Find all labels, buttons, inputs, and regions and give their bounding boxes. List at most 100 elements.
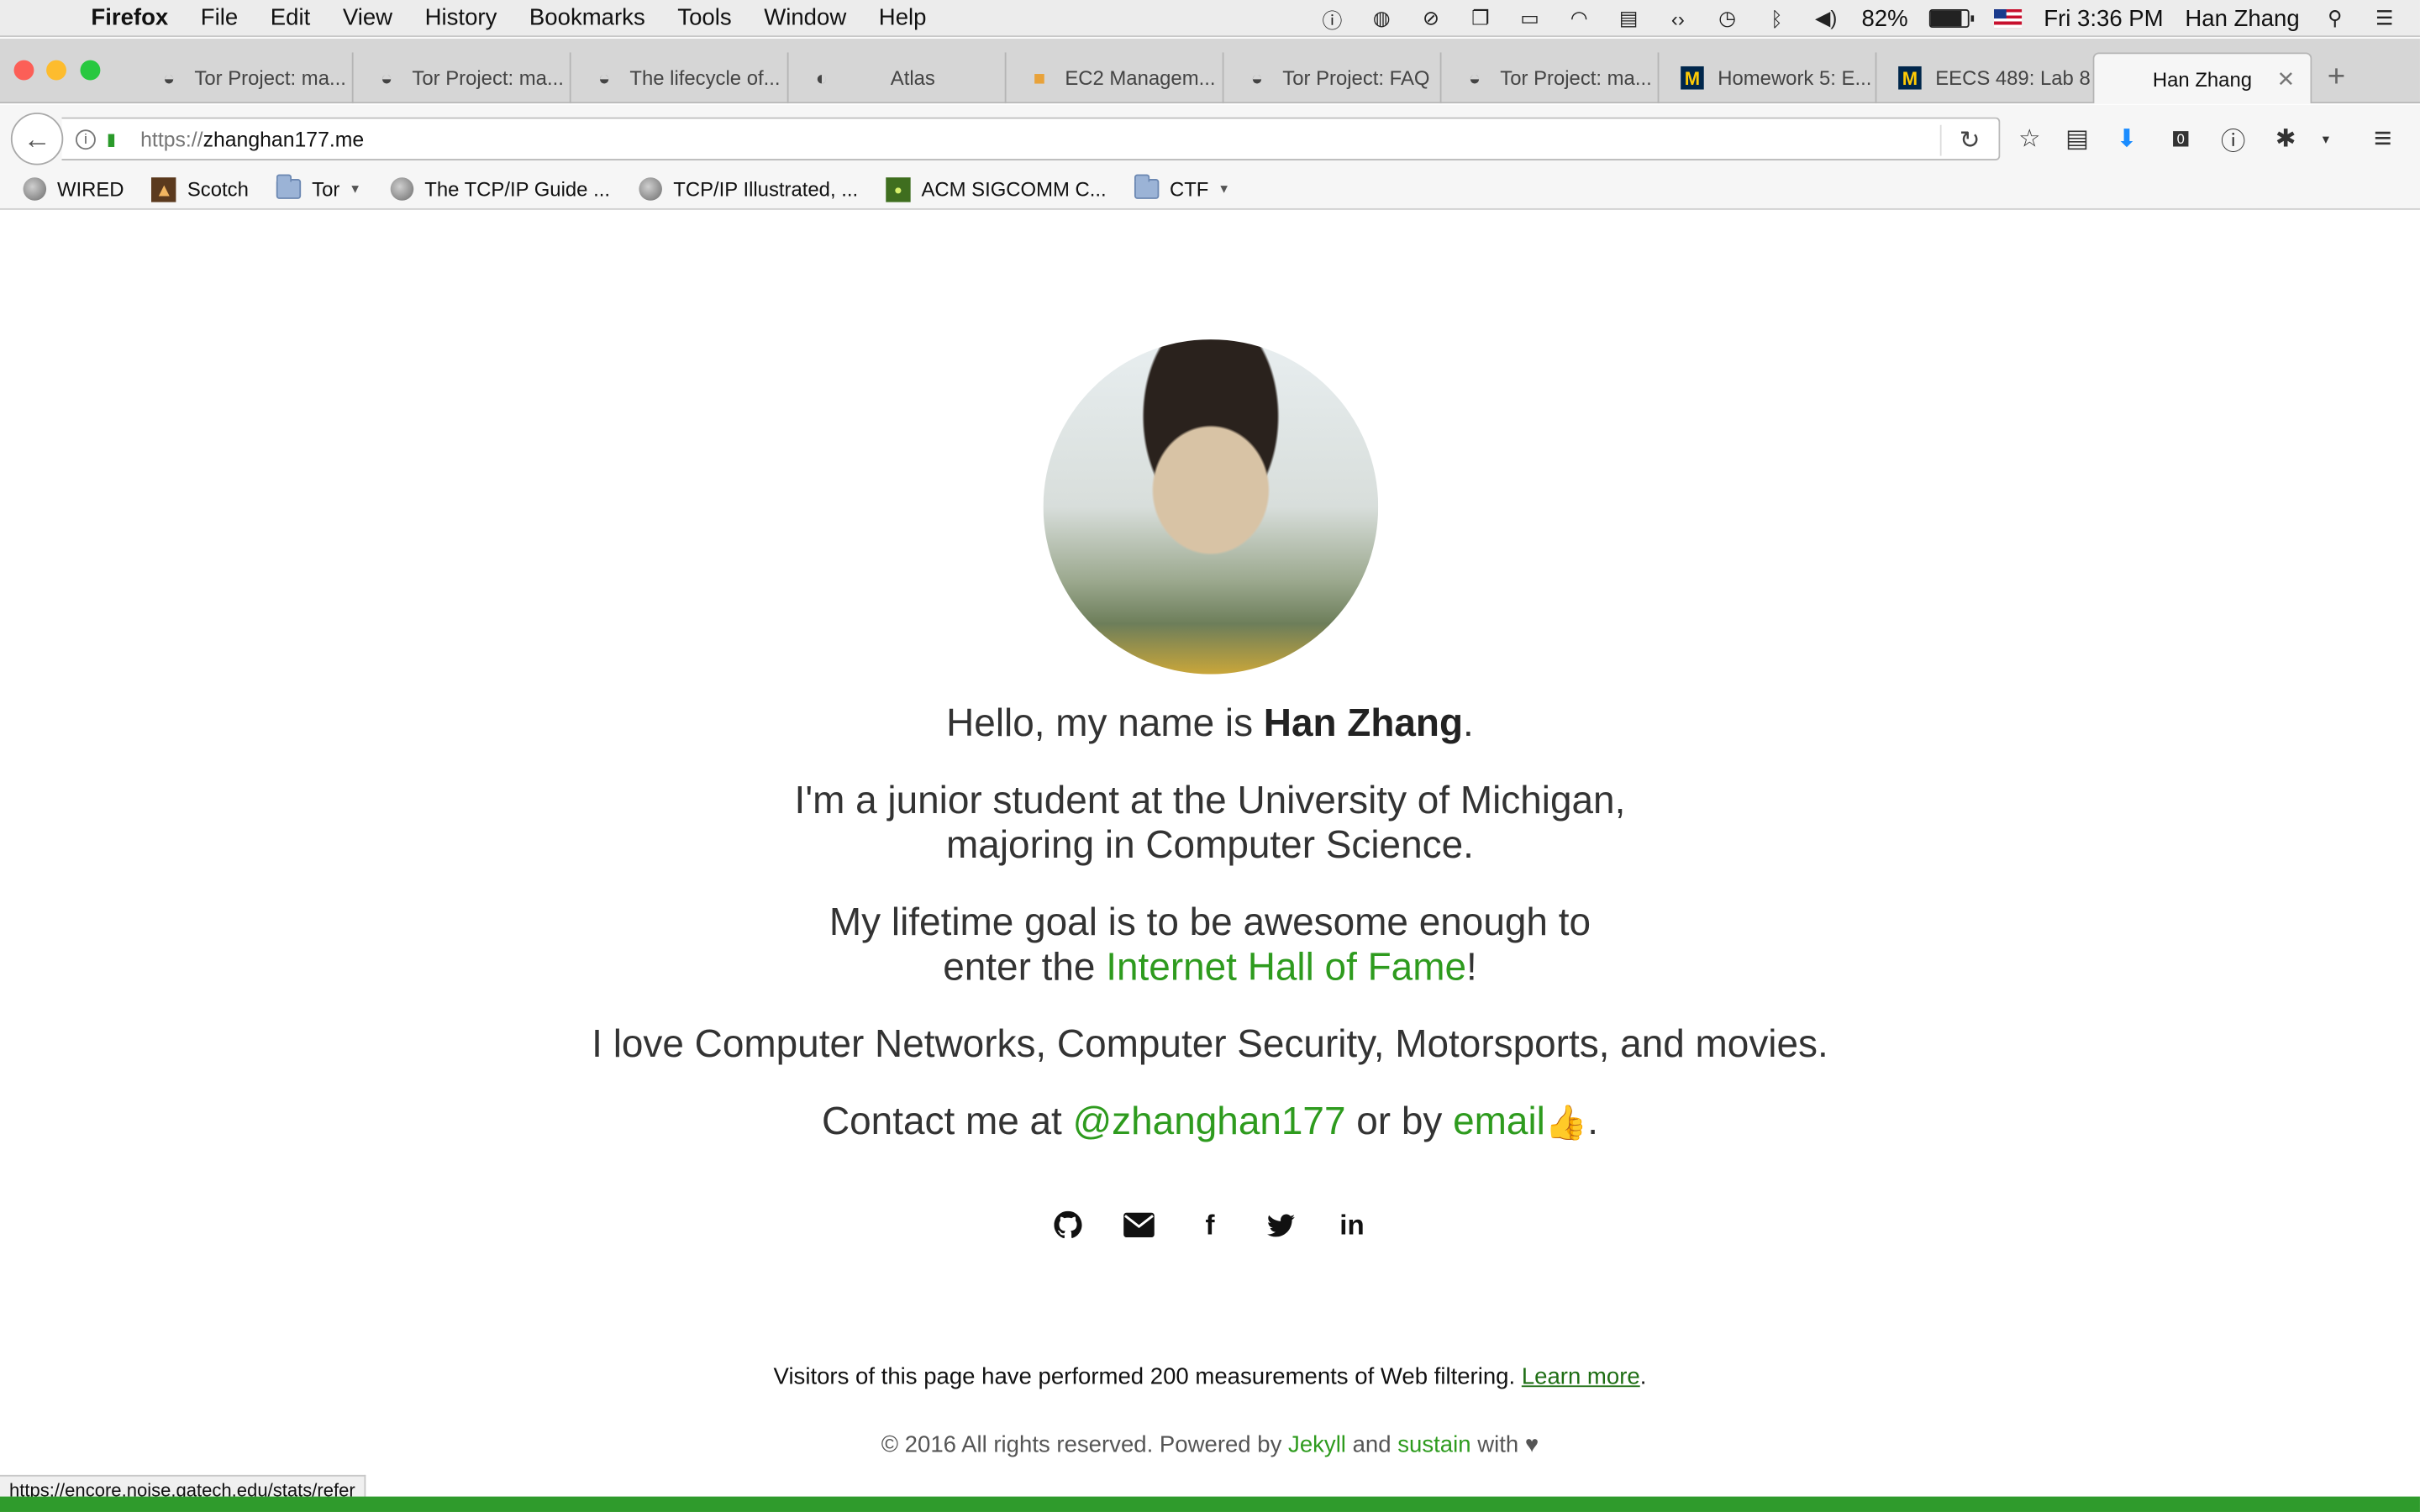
measurement-period: .: [1639, 1363, 1647, 1390]
macos-menu-bar: Firefox File Edit View History Bookmarks…: [0, 0, 2420, 38]
new-tab-button[interactable]: +: [2328, 60, 2345, 96]
bookmark-scotch[interactable]: ▲ Scotch: [151, 176, 249, 202]
reload-icon[interactable]: ↻: [1960, 125, 1981, 156]
page-bottom-bar: [0, 1496, 2420, 1512]
hamburger-menu-icon[interactable]: ≡: [2369, 121, 2396, 155]
bookmark-tcpip-guide[interactable]: The TCP/IP Guide ...: [389, 176, 610, 201]
battery-percent: 82%: [1861, 5, 1908, 32]
tab-1[interactable]: ◒ Tor Project: ma...: [354, 52, 571, 104]
onepassword-toolbar-icon[interactable]: ⓘ: [2219, 125, 2247, 155]
download-count: 0: [2173, 131, 2188, 147]
address-bar[interactable]: i ▮ https:// zhanghan177.me ↻: [61, 117, 2001, 161]
email-link[interactable]: email: [1453, 1100, 1545, 1143]
bookmark-acm-sigcomm[interactable]: ● ACM SIGCOMM C...: [886, 176, 1107, 202]
social-links: f in: [0, 1208, 2420, 1242]
volume-icon[interactable]: ◀): [1812, 6, 1840, 30]
tab-4[interactable]: ■ EC2 Managem...: [1007, 52, 1224, 104]
menu-history[interactable]: History: [425, 5, 497, 31]
url-protocol: https://: [140, 127, 203, 151]
scotch-icon: ▲: [151, 176, 177, 202]
us-flag-icon[interactable]: [1994, 9, 2023, 29]
download-icon[interactable]: ⬇: [2112, 125, 2140, 153]
tab-5[interactable]: ◒ Tor Project: FAQ: [1224, 52, 1442, 104]
menu-tools[interactable]: Tools: [677, 5, 731, 31]
tab-active[interactable]: Han Zhang ✕: [2092, 52, 2312, 104]
menu-bar-clock[interactable]: Fri 3:36 PM: [2044, 5, 2163, 31]
tab-title: Tor Project: ma...: [194, 66, 346, 90]
window-minimize-button[interactable]: [46, 60, 66, 81]
bookmark-star-icon[interactable]: ☆: [2016, 125, 2044, 153]
learn-more-link[interactable]: Learn more: [1522, 1364, 1640, 1390]
battery-icon[interactable]: [1929, 9, 1975, 29]
back-arrow-icon: ←: [23, 123, 51, 154]
menu-help[interactable]: Help: [879, 5, 927, 31]
download-counter-icon[interactable]: 0: [2167, 125, 2195, 153]
tab-6[interactable]: ◒ Tor Project: ma...: [1441, 52, 1660, 104]
site-info-icon[interactable]: i: [75, 129, 96, 150]
bookmark-label: CTF: [1169, 177, 1209, 201]
globe-icon: [638, 176, 662, 201]
greeting-text: Hello, my name is: [946, 701, 1264, 746]
extension-dropdown-icon[interactable]: ▾: [2312, 125, 2339, 153]
web-page: Hello, my name is Han Zhang. I'm a junio…: [0, 211, 2420, 1512]
michigan-m-icon: M: [1898, 66, 1922, 90]
menu-edit[interactable]: Edit: [271, 5, 310, 31]
contact-paragraph: Contact me at @zhanghan177 or by email👍.: [0, 1100, 2420, 1145]
email-icon[interactable]: [1122, 1208, 1155, 1242]
bookmark-label: WIRED: [56, 177, 124, 201]
tab-title: Tor Project: ma...: [412, 66, 564, 90]
tab-title: EC2 Managem...: [1065, 66, 1216, 90]
education-line-1: I'm a junior student at the University o…: [794, 779, 1626, 822]
code-icon[interactable]: ‹›: [1664, 6, 1691, 30]
window-close-button[interactable]: [13, 60, 34, 81]
menu-app-firefox[interactable]: Firefox: [91, 5, 168, 31]
bookmark-wired[interactable]: WIRED: [22, 176, 124, 201]
window-zoom-button[interactable]: [80, 60, 101, 81]
menu-bookmarks[interactable]: Bookmarks: [529, 5, 645, 31]
block-icon[interactable]: ⊘: [1417, 6, 1444, 30]
menu-window[interactable]: Window: [764, 5, 846, 31]
notification-center-icon[interactable]: ☰: [2370, 6, 2398, 30]
time-machine-icon[interactable]: ◷: [1713, 6, 1741, 30]
reading-list-icon[interactable]: ▤: [2064, 125, 2091, 153]
tab-3[interactable]: ◐ Atlas: [789, 52, 1007, 104]
tab-8[interactable]: M EECS 489: Lab 8: [1876, 52, 2092, 103]
tor-onion-icon: ◒: [1468, 66, 1481, 90]
contact-period: .: [1587, 1100, 1598, 1143]
twitter-handle-link[interactable]: @zhanghan177: [1073, 1100, 1346, 1143]
menu-bar-user[interactable]: Han Zhang: [2185, 5, 2299, 31]
github-icon[interactable]: [1051, 1208, 1085, 1242]
facebook-icon[interactable]: f: [1193, 1208, 1227, 1242]
disk-icon[interactable]: ◍: [1368, 6, 1396, 30]
internet-hall-of-fame-link[interactable]: Internet Hall of Fame: [1106, 946, 1466, 989]
spotlight-search-icon[interactable]: ⚲: [2321, 6, 2349, 30]
tab-title: Han Zhang: [2152, 66, 2253, 91]
memory-icon[interactable]: ▤: [1615, 6, 1643, 30]
tor-onion-icon: ◒: [380, 66, 393, 90]
greeting: Hello, my name is Han Zhang.: [0, 702, 2420, 747]
tab-2[interactable]: ◒ The lifecycle of...: [571, 52, 789, 104]
sustain-link[interactable]: sustain: [1397, 1431, 1470, 1457]
close-tab-icon[interactable]: ✕: [2277, 66, 2296, 92]
jekyll-link[interactable]: Jekyll: [1288, 1431, 1346, 1457]
menu-file[interactable]: File: [201, 5, 238, 31]
extension-icon[interactable]: ✱: [2272, 125, 2300, 153]
screens-icon[interactable]: ❐: [1466, 6, 1494, 30]
bookmark-folder-ctf[interactable]: CTF ▼: [1134, 174, 1230, 201]
intro-text: Hello, my name is Han Zhang. I'm a junio…: [0, 702, 2420, 1178]
tab-7[interactable]: M Homework 5: E...: [1659, 52, 1877, 104]
lock-icon[interactable]: ▮: [107, 129, 125, 150]
bookmark-tcpip-illustrated[interactable]: TCP/IP Illustrated, ...: [638, 176, 858, 201]
bluetooth-icon[interactable]: ᛒ: [1763, 6, 1791, 30]
twitter-icon[interactable]: [1264, 1208, 1297, 1242]
bookmark-label: Scotch: [187, 177, 249, 201]
linkedin-icon[interactable]: in: [1335, 1208, 1369, 1242]
menu-view[interactable]: View: [343, 5, 392, 31]
bookmark-folder-tor[interactable]: Tor ▼: [276, 174, 361, 201]
thumbs-up-icon: 👍: [1544, 1103, 1588, 1142]
tab-0[interactable]: ◒ Tor Project: ma...: [136, 52, 354, 104]
back-button[interactable]: ←: [10, 113, 64, 165]
onepassword-icon[interactable]: ⓘ: [1318, 6, 1346, 32]
airplay-icon[interactable]: ▭: [1516, 6, 1544, 30]
wifi-icon[interactable]: ◠: [1565, 6, 1593, 30]
